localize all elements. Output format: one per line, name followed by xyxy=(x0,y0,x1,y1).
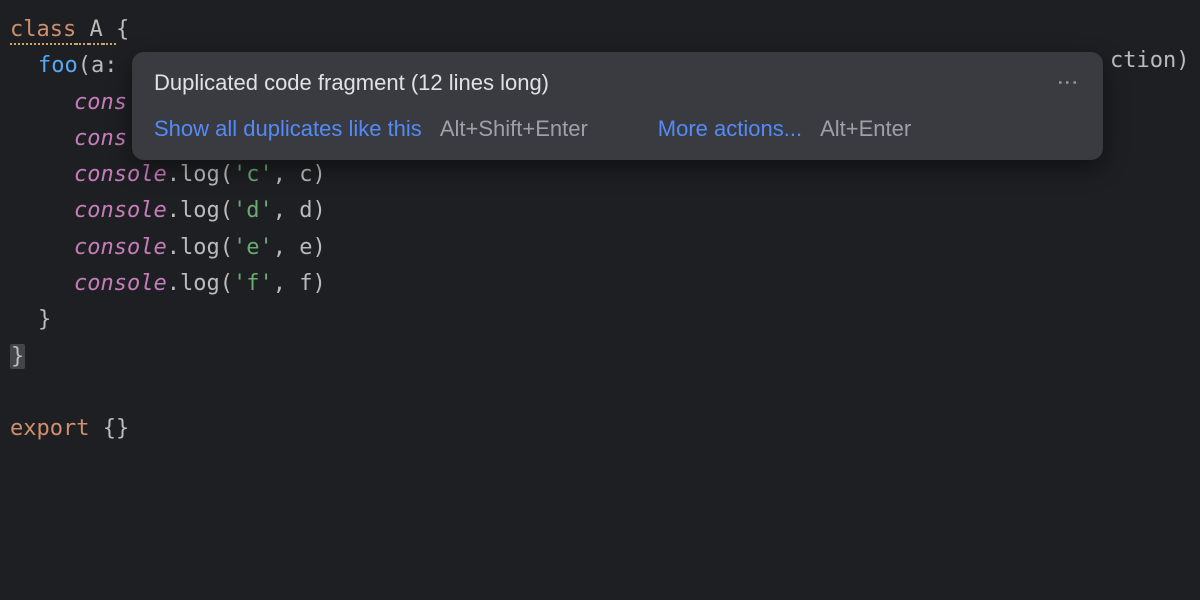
keyword-class: class xyxy=(10,17,76,45)
method-name: foo xyxy=(38,53,78,78)
code-line: export {} xyxy=(10,411,1190,447)
obscured-code-text: ction) xyxy=(1110,48,1189,73)
matching-brace: } xyxy=(10,344,25,369)
more-vertical-icon[interactable]: ⋮ xyxy=(1055,72,1081,94)
class-name: A xyxy=(89,17,102,45)
inspection-tooltip: Duplicated code fragment (12 lines long)… xyxy=(132,52,1103,160)
code-line: console.log('e', e) xyxy=(10,230,1190,266)
tooltip-title: Duplicated code fragment (12 lines long) xyxy=(154,70,549,96)
blank-line xyxy=(10,375,1190,411)
code-line: } xyxy=(10,339,1190,375)
code-line: } xyxy=(10,302,1190,338)
code-line: class A { xyxy=(10,12,1190,48)
more-actions-link[interactable]: More actions... xyxy=(658,116,802,142)
code-line: console.log('f', f) xyxy=(10,266,1190,302)
code-line: console.log('d', d) xyxy=(10,193,1190,229)
show-all-duplicates-link[interactable]: Show all duplicates like this xyxy=(154,116,422,142)
shortcut-hint: Alt+Shift+Enter xyxy=(440,116,588,142)
shortcut-hint: Alt+Enter xyxy=(820,116,911,142)
code-line: console.log('c', c) xyxy=(10,157,1190,193)
keyword-export: export xyxy=(10,416,89,441)
open-brace: { xyxy=(116,17,129,42)
